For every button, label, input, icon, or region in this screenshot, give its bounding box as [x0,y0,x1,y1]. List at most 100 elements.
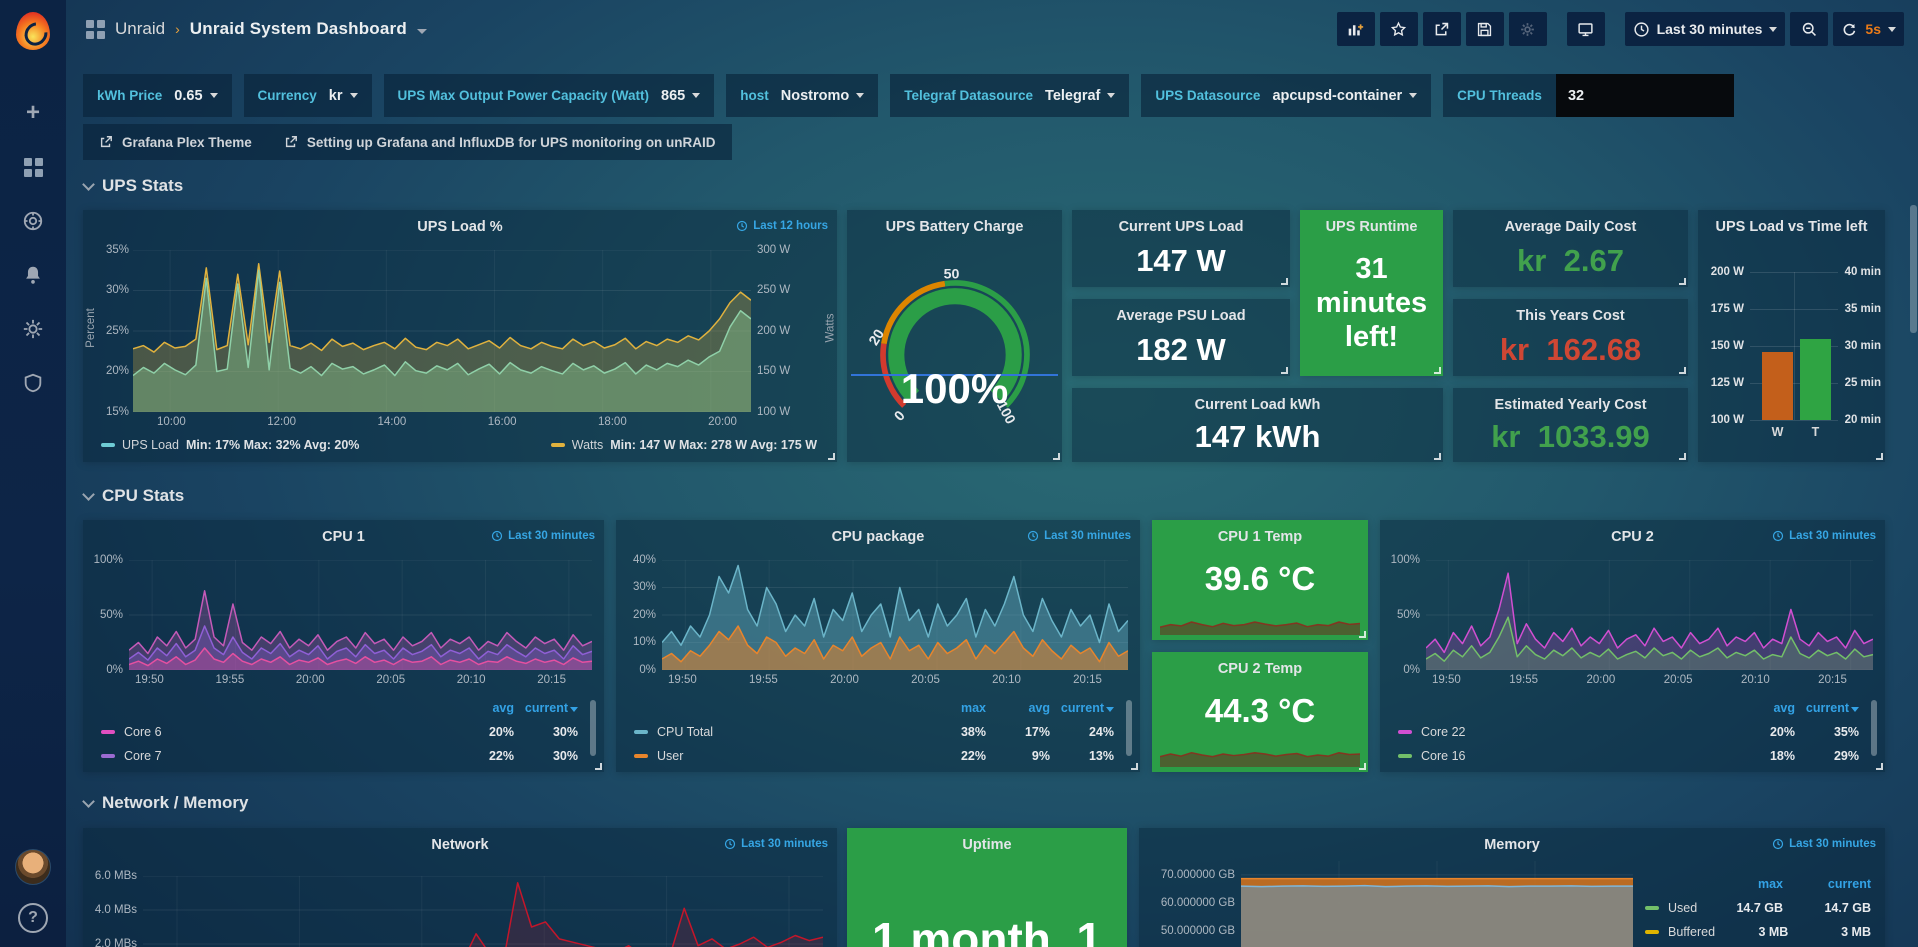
help-icon[interactable]: ? [18,903,48,933]
breadcrumb-dashboard-title[interactable]: Unraid System Dashboard [190,19,407,39]
panel-title[interactable]: Estimated Yearly Cost [1453,397,1688,413]
panel-title[interactable]: This Years Cost [1453,308,1688,324]
panel-time-override[interactable]: Last 30 minutes [491,530,595,542]
panel-resize-handle[interactable] [1876,763,1883,770]
variable-host[interactable]: host Nostromo [726,74,878,117]
legend-sort-current[interactable]: current [514,701,578,715]
panel-resize-handle[interactable] [1359,763,1366,770]
panel-title[interactable]: UPS Battery Charge [847,219,1062,235]
cpu-package-chart[interactable] [662,560,1128,670]
panel-title[interactable]: CPU 2 Temp [1152,661,1368,677]
panel-current-load-kwh: Current Load kWh 147 kWh [1072,388,1443,462]
refresh-button[interactable]: 5s [1833,12,1904,46]
legend-sort-avg[interactable]: avg [1731,701,1795,715]
cpu-threads-input[interactable] [1556,74,1734,117]
dashboard-grid-icon[interactable] [86,20,105,39]
variable-kwh-price[interactable]: kWh Price 0.65 [83,74,232,117]
section-ups-stats[interactable]: UPS Stats [84,176,183,196]
page-scrollbar[interactable] [1910,205,1917,333]
dashboard-dropdown-caret[interactable] [417,29,427,34]
panel-title[interactable]: UPS Load vs Time left [1698,219,1885,235]
variable-currency[interactable]: Currency kr [244,74,372,117]
memory-chart[interactable] [1241,861,1633,947]
variable-ups-datasource[interactable]: UPS Datasource apcupsd-container [1141,74,1431,117]
time-range-picker[interactable]: Last 30 minutes [1625,12,1786,46]
dashboard-links-row: Grafana Plex Theme Setting up Grafana an… [83,124,732,160]
legend-scrollbar[interactable] [590,700,596,756]
panel-title[interactable]: UPS Load % [83,219,837,235]
legend-row: Used14.7 GB14.7 GB [1645,896,1871,920]
save-button[interactable] [1466,12,1504,46]
dashboards-icon[interactable] [20,154,46,180]
panel-cpu2-temp: CPU 2 Temp 44.3 °C [1152,652,1368,772]
network-chart[interactable] [143,876,823,947]
admin-shield-icon[interactable] [20,370,46,396]
bar-time-left [1800,339,1831,420]
panel-resize-handle[interactable] [1281,367,1288,374]
panel-title[interactable]: Current UPS Load [1072,219,1290,235]
user-avatar[interactable] [15,849,51,885]
legend-scrollbar[interactable] [1126,700,1132,756]
explore-compass-icon[interactable] [20,208,46,234]
cycle-view-mode-button[interactable] [1567,12,1605,46]
panel-time-override[interactable]: Last 30 minutes [1027,530,1131,542]
variable-telegraf-datasource[interactable]: Telegraf Datasource Telegraf [890,74,1129,117]
panel-resize-handle[interactable] [1679,278,1686,285]
star-button[interactable] [1380,12,1418,46]
panel-resize-handle[interactable] [1281,278,1288,285]
configuration-gear-icon[interactable] [20,316,46,342]
cpu1-chart[interactable] [129,560,592,670]
legend-sort-max[interactable]: max [1705,877,1783,891]
legend-sort-current[interactable]: current [1783,877,1871,891]
link-grafana-plex-theme[interactable]: Grafana Plex Theme [83,124,268,160]
variable-ups-max-output[interactable]: UPS Max Output Power Capacity (Watt) 865 [384,74,715,117]
panel-resize-handle[interactable] [1359,631,1366,638]
panel-resize-handle[interactable] [1434,453,1441,460]
clock-icon [724,838,736,850]
clock-icon [1772,838,1784,850]
add-panel-button[interactable] [1337,12,1375,46]
panel-time-override[interactable]: Last 30 minutes [1772,838,1876,850]
refresh-interval-label: 5s [1865,21,1881,37]
zoom-out-time-button[interactable] [1790,12,1828,46]
dashboard-settings-button[interactable] [1509,12,1547,46]
panel-resize-handle[interactable] [595,763,602,770]
panel-resize-handle[interactable] [1876,453,1883,460]
stat-value: 44.3 °C [1152,692,1368,730]
breadcrumb-folder[interactable]: Unraid [115,19,165,39]
link-ups-monitoring-guide[interactable]: Setting up Grafana and InfluxDB for UPS … [268,124,732,160]
panel-resize-handle[interactable] [1679,453,1686,460]
panel-title[interactable]: Average PSU Load [1072,308,1290,324]
panel-resize-handle[interactable] [1679,367,1686,374]
legend-sort-current[interactable]: current [1795,701,1859,715]
panel-title[interactable]: CPU 1 Temp [1152,529,1368,545]
panel-title[interactable]: Uptime [847,837,1127,853]
legend-sort-current[interactable]: current [1050,701,1114,715]
legend-sort-avg[interactable]: avg [986,701,1050,715]
section-cpu-stats[interactable]: CPU Stats [84,486,184,506]
panel-current-ups-load: Current UPS Load 147 W [1072,210,1290,287]
share-button[interactable] [1423,12,1461,46]
panel-title[interactable]: Current Load kWh [1072,397,1443,413]
panel-resize-handle[interactable] [1131,763,1138,770]
panel-title[interactable]: UPS Runtime [1300,219,1443,235]
legend-scrollbar[interactable] [1871,700,1877,756]
legend-row: Core 2220%35% [1398,720,1859,744]
panel-resize-handle[interactable] [1053,453,1060,460]
bar-plot [1756,272,1836,420]
panel-title[interactable]: Average Daily Cost [1453,219,1688,235]
section-network-memory[interactable]: Network / Memory [84,793,248,813]
grafana-logo[interactable] [0,0,66,62]
legend-sort-avg[interactable]: avg [450,701,514,715]
cpu2-chart[interactable] [1426,560,1873,670]
panel-time-override[interactable]: Last 12 hours [736,220,828,232]
temp-sparkline [1160,741,1360,767]
legend-sort-max[interactable]: max [922,701,986,715]
create-plus-icon[interactable]: + [20,100,46,126]
panel-time-override[interactable]: Last 30 minutes [1772,530,1876,542]
ups-load-chart[interactable] [133,250,751,412]
alerting-bell-icon[interactable] [20,262,46,288]
panel-time-override[interactable]: Last 30 minutes [724,838,828,850]
panel-resize-handle[interactable] [828,453,835,460]
panel-resize-handle[interactable] [1434,367,1441,374]
